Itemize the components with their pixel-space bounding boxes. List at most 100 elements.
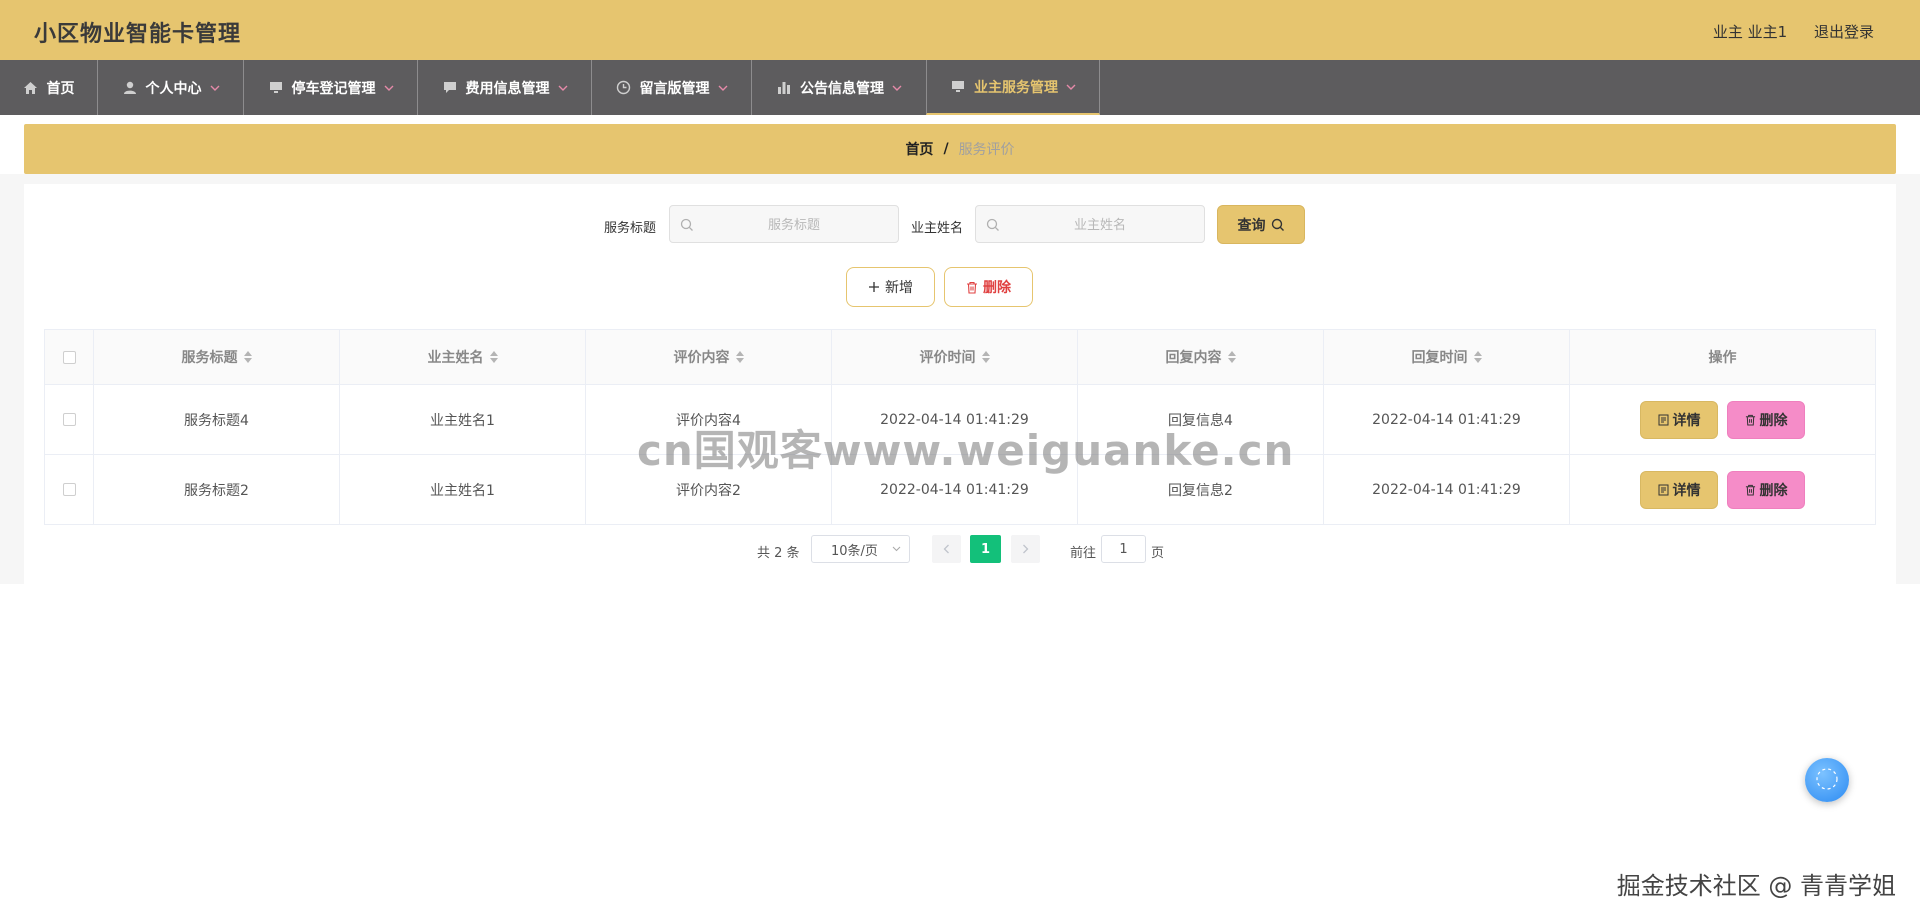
header-label: 服务标题: [181, 350, 238, 366]
batch-delete-label: 删除: [983, 280, 1011, 296]
nav-item-owner-services[interactable]: 业主服务管理: [926, 60, 1100, 115]
prev-page-button[interactable]: [932, 535, 961, 563]
nav-item-parking[interactable]: 停车登记管理: [244, 60, 418, 115]
row-checkbox-cell: [45, 455, 94, 524]
total-count: 共 2 条: [757, 546, 800, 561]
dashed-circle-icon: [1814, 766, 1840, 795]
nav-item-fees[interactable]: 费用信息管理: [418, 60, 592, 115]
logout-link[interactable]: 退出登录: [1814, 23, 1874, 41]
document-icon: [1658, 414, 1669, 426]
header-label: 评价内容: [673, 350, 730, 366]
header-label: 评价时间: [919, 350, 976, 366]
goto-label: 前往: [1070, 546, 1097, 561]
column-header-actions: 操作: [1570, 330, 1875, 384]
cell-actions: 详情 删除: [1570, 455, 1875, 524]
query-button[interactable]: 查询: [1217, 205, 1305, 244]
chevron-down-icon: [384, 85, 394, 91]
chevron-right-icon: [1023, 544, 1029, 554]
user-area: 业主 业主1 退出登录: [1691, 21, 1874, 42]
floating-assistant-button[interactable]: [1805, 758, 1849, 802]
cell-actions: 详情 删除: [1570, 385, 1875, 454]
column-header-eval-time[interactable]: 评价时间: [832, 330, 1078, 384]
breadcrumb-separator: /: [943, 141, 949, 157]
page-size-select[interactable]: 10条/页: [811, 535, 910, 563]
table-header: 服务标题 业主姓名 评价内容 评价时间 回复内容 回复时间 操作: [45, 330, 1875, 385]
next-page-button[interactable]: [1011, 535, 1040, 563]
sort-icon: [1473, 351, 1482, 363]
cell-reply-time: 2022-04-14 01:41:29: [1324, 455, 1570, 524]
breadcrumb-home[interactable]: 首页: [905, 139, 933, 159]
cell-title: 服务标题2: [94, 455, 340, 524]
sort-icon: [489, 351, 498, 363]
column-header-reply[interactable]: 回复内容: [1078, 330, 1324, 384]
page-size-value: 10条/页: [831, 543, 878, 559]
bar-chart-icon: [776, 80, 792, 96]
chevron-down-icon: [892, 85, 902, 91]
detail-button[interactable]: 详情: [1640, 470, 1718, 509]
pagination: 共 2 条 10条/页 1 前往 页: [0, 535, 1920, 565]
chevron-down-icon: [1066, 84, 1076, 90]
header-label: 回复时间: [1411, 350, 1468, 366]
chevron-down-icon: [558, 85, 568, 91]
nav-label: 费用信息管理: [465, 80, 550, 97]
goto-page-input[interactable]: [1101, 535, 1146, 563]
breadcrumb: 首页 / 服务评价: [24, 124, 1896, 174]
nav-label: 业主服务管理: [974, 79, 1058, 96]
row-delete-button[interactable]: 删除: [1727, 400, 1805, 439]
nav-item-home[interactable]: 首页: [0, 60, 98, 115]
title-search-field: [669, 205, 899, 244]
add-button-label: 新增: [885, 280, 913, 296]
page-number-active[interactable]: 1: [970, 535, 1001, 563]
column-header-content[interactable]: 评价内容: [586, 330, 832, 384]
column-header-title[interactable]: 服务标题: [94, 330, 340, 384]
chevron-left-icon: [943, 544, 949, 554]
nav-item-notices[interactable]: 公告信息管理: [752, 60, 927, 115]
add-button[interactable]: 新增: [846, 267, 935, 307]
detail-button-label: 详情: [1672, 412, 1701, 429]
owner-search-input[interactable]: [998, 206, 1202, 244]
header-label: 操作: [1708, 350, 1737, 366]
chevron-down-icon: [718, 85, 728, 91]
title-search-input[interactable]: [692, 206, 896, 244]
row-checkbox[interactable]: [62, 413, 76, 426]
row-checkbox[interactable]: [62, 483, 76, 496]
current-user-label: 业主 业主1: [1712, 23, 1788, 41]
detail-button[interactable]: 详情: [1640, 400, 1718, 439]
owner-search-label: 业主姓名: [911, 221, 964, 236]
column-header-reply-time[interactable]: 回复时间: [1324, 330, 1570, 384]
nav-label: 公告信息管理: [800, 80, 884, 97]
nav-item-messages[interactable]: 留言版管理: [592, 60, 752, 115]
footer-watermark: 掘金技术社区 @ 青青学姐: [1616, 872, 1896, 900]
goto-suffix: 页: [1151, 546, 1165, 561]
main-nav: 首页 个人中心 停车登记管理 费用信息管理 留言版管理 公告信息管理 业主服务管…: [0, 60, 1920, 115]
nav-item-personal-center[interactable]: 个人中心: [98, 60, 244, 115]
row-delete-label: 删除: [1759, 482, 1788, 499]
cell-reply-time: 2022-04-14 01:41:29: [1324, 385, 1570, 454]
batch-delete-button[interactable]: 删除: [944, 267, 1033, 307]
trash-icon: [1745, 414, 1756, 426]
action-bar: 新增 删除: [0, 267, 1920, 307]
search-icon: [986, 217, 1000, 236]
cell-owner: 业主姓名1: [340, 455, 586, 524]
top-header: 小区物业智能卡管理 业主 业主1 退出登录: [0, 0, 1920, 60]
query-button-label: 查询: [1237, 217, 1266, 234]
nav-label: 留言版管理: [639, 80, 710, 97]
monitor-icon: [950, 79, 966, 95]
document-icon: [1658, 484, 1669, 496]
nav-label: 首页: [46, 80, 75, 97]
sort-icon: [243, 351, 252, 363]
column-header-owner[interactable]: 业主姓名: [340, 330, 586, 384]
trash-icon: [1745, 484, 1756, 496]
cell-title: 服务标题4: [94, 385, 340, 454]
header-checkbox-cell: [45, 330, 94, 384]
breadcrumb-current: 服务评价: [958, 142, 1015, 158]
select-all-checkbox[interactable]: [62, 350, 76, 364]
clock-icon: [616, 80, 632, 96]
detail-button-label: 详情: [1672, 482, 1701, 499]
search-icon: [1271, 218, 1285, 232]
plus-icon: [868, 281, 880, 293]
person-icon: [122, 80, 138, 96]
title-search-label: 服务标题: [604, 221, 657, 236]
row-delete-button[interactable]: 删除: [1727, 470, 1805, 509]
owner-search-field: [975, 205, 1205, 244]
